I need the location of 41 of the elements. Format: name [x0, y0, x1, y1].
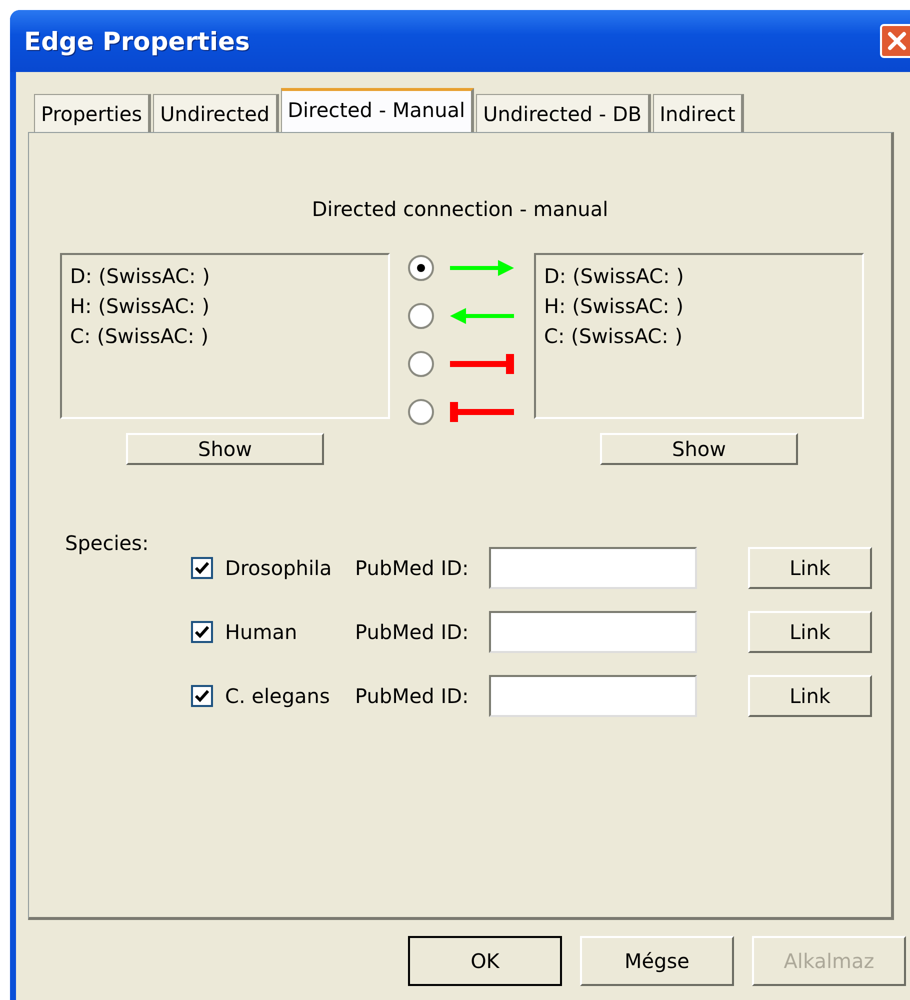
radio-button[interactable]: [408, 351, 434, 377]
close-icon: [885, 29, 909, 53]
tab[interactable]: Undirected - DB: [476, 94, 651, 132]
tab[interactable]: Properties: [34, 94, 152, 132]
link-button[interactable]: Link: [748, 611, 872, 653]
checkbox[interactable]: [191, 557, 213, 579]
radio-button[interactable]: [408, 399, 434, 425]
window-title: Edge Properties: [24, 26, 250, 56]
field-label: PubMed ID:: [355, 620, 470, 644]
list-item[interactable]: D: (SwissAC: ): [70, 261, 380, 291]
species-label: Species:: [65, 531, 150, 555]
tab[interactable]: Directed - Manual: [280, 88, 474, 132]
radio-button[interactable]: [408, 303, 434, 329]
target-list[interactable]: D: (SwissAC: ) H: (SwissAC: ) C: (SwissAC: ): [534, 253, 864, 419]
pubmed-id-field[interactable]: [489, 611, 697, 653]
list-item[interactable]: H: (SwissAC: ): [70, 291, 380, 321]
tab[interactable]: Indirect: [652, 94, 744, 132]
radio-button[interactable]: [408, 255, 434, 281]
close-button[interactable]: [880, 24, 910, 58]
field-label: PubMed ID:: [355, 556, 470, 580]
show-button[interactable]: Show: [600, 433, 798, 465]
checkbox[interactable]: [191, 621, 213, 643]
list-item[interactable]: C: (SwissAC: ): [70, 321, 380, 351]
list-item[interactable]: C: (SwissAC: ): [544, 321, 854, 351]
species-name: Drosophila: [225, 556, 333, 580]
dialog-button[interactable]: OK: [408, 936, 562, 986]
checkbox[interactable]: [191, 685, 213, 707]
species-name: Human: [225, 620, 298, 644]
pubmed-id-field[interactable]: [489, 547, 697, 589]
species-name: C. elegans: [225, 684, 331, 708]
dialog-button[interactable]: Mégse: [580, 936, 734, 986]
link-button[interactable]: Link: [748, 675, 872, 717]
tab[interactable]: Undirected: [153, 94, 279, 132]
field-label: PubMed ID:: [355, 684, 470, 708]
list-item[interactable]: H: (SwissAC: ): [544, 291, 854, 321]
list-item[interactable]: D: (SwissAC: ): [544, 261, 854, 291]
section-heading: Directed connection - manual: [310, 197, 610, 221]
pubmed-id-field[interactable]: [489, 675, 697, 717]
link-button[interactable]: Link: [748, 547, 872, 589]
source-list[interactable]: D: (SwissAC: ) H: (SwissAC: ) C: (SwissAC: ): [60, 253, 390, 419]
show-button[interactable]: Show: [126, 433, 324, 465]
